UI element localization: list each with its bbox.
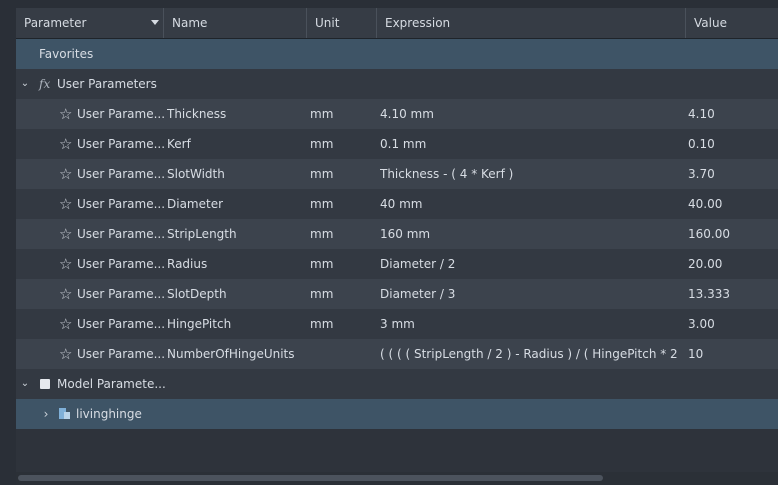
table-row[interactable]: ☆ User Parame... NumberOfHingeUnits ( ( ( (… [16, 339, 778, 369]
name-cell: StripLength [167, 227, 237, 241]
table-row[interactable]: ☆ User Parame... StripLength mm 160 mm 160.00 [16, 219, 778, 249]
name-cell: SlotDepth [167, 287, 227, 301]
unit-cell: mm [310, 317, 334, 331]
component-icon [59, 408, 70, 419]
favorite-star-icon[interactable]: ☆ [59, 129, 72, 159]
parameter-type-cell: User Parame... [77, 227, 166, 241]
name-cell: SlotWidth [167, 167, 225, 181]
expression-cell[interactable]: 160 mm [380, 219, 680, 249]
unit-cell: mm [310, 167, 334, 181]
chevron-right-icon[interactable]: › [40, 399, 52, 429]
column-header-value[interactable]: Value [686, 8, 778, 38]
value-cell: 20.00 [688, 257, 723, 271]
parameter-type-cell: User Parame... [77, 167, 166, 181]
name-cell: Radius [167, 257, 208, 271]
column-header-expression[interactable]: Expression [377, 8, 686, 38]
favorites-row[interactable]: Favorites [16, 39, 778, 69]
parameter-type-cell: User Parame... [77, 317, 166, 331]
expression-cell[interactable]: 4.10 mm [380, 99, 680, 129]
table-row[interactable]: ☆ User Parame... Kerf mm 0.1 mm 0.10 [16, 129, 778, 159]
column-header-unit-label: Unit [315, 16, 340, 30]
column-header-value-label: Value [694, 16, 727, 30]
parameters-panel: Parameter Name Unit Expression Value Fav… [16, 8, 778, 485]
name-cell: HingePitch [167, 317, 232, 331]
parameter-type-cell: User Parame... [77, 287, 166, 301]
column-header-name-label: Name [172, 16, 208, 30]
expression-cell[interactable]: 0.1 mm [380, 129, 680, 159]
column-header-expression-label: Expression [385, 16, 451, 30]
name-cell: Diameter [167, 197, 224, 211]
parameter-type-cell: User Parame... [77, 107, 166, 121]
value-cell: 40.00 [688, 197, 723, 211]
favorite-star-icon[interactable]: ☆ [59, 159, 72, 189]
model-component-row[interactable]: › livinghinge [16, 399, 778, 429]
name-cell: Thickness [167, 107, 227, 121]
favorite-star-icon[interactable]: ☆ [59, 99, 72, 129]
favorite-star-icon[interactable]: ☆ [59, 339, 72, 369]
parameter-type-cell: User Parame... [77, 137, 166, 151]
table-row[interactable]: ☆ User Parame... HingePitch mm 3 mm 3.00 [16, 309, 778, 339]
column-header-name[interactable]: Name [164, 8, 307, 38]
unit-cell: mm [310, 197, 334, 211]
sort-down-icon[interactable] [151, 20, 159, 25]
unit-cell: mm [310, 227, 334, 241]
unit-cell: mm [310, 257, 334, 271]
column-header-parameter-label: Parameter [24, 16, 87, 30]
component-cube-icon [40, 379, 50, 389]
column-header-unit[interactable]: Unit [307, 8, 377, 38]
expression-cell[interactable]: 3 mm [380, 309, 680, 339]
column-header-parameter[interactable]: Parameter [16, 8, 164, 38]
unit-cell: mm [310, 287, 334, 301]
table-row[interactable]: ☆ User Parame... SlotWidth mm Thickness - ( … [16, 159, 778, 189]
horizontal-scrollbar[interactable] [16, 472, 778, 485]
favorite-star-icon[interactable]: ☆ [59, 279, 72, 309]
value-cell: 3.70 [688, 167, 715, 181]
value-cell: 4.10 [688, 107, 715, 121]
name-cell: Kerf [167, 137, 191, 151]
value-cell: 3.00 [688, 317, 715, 331]
chevron-down-icon[interactable]: ⌄ [19, 369, 31, 399]
scrollbar-thumb[interactable] [18, 475, 603, 481]
value-cell: 160.00 [688, 227, 730, 241]
favorite-star-icon[interactable]: ☆ [59, 249, 72, 279]
user-parameters-group-row[interactable]: ⌄ fx User Parameters [16, 69, 778, 99]
unit-cell: mm [310, 107, 334, 121]
parameter-type-cell: User Parame... [77, 347, 166, 361]
expression-cell[interactable]: ( ( ( ( StripLength / 2 ) - Radius ) / (… [380, 339, 680, 369]
value-cell: 10 [688, 347, 704, 361]
name-cell: NumberOfHingeUnits [167, 347, 295, 361]
favorite-star-icon[interactable]: ☆ [59, 189, 72, 219]
favorite-star-icon[interactable]: ☆ [59, 219, 72, 249]
table-header: Parameter Name Unit Expression Value [16, 8, 778, 39]
favorites-label: Favorites [39, 47, 94, 61]
table-row[interactable]: ☆ User Parame... Thickness mm 4.10 mm 4.10 [16, 99, 778, 129]
expression-cell[interactable]: Diameter / 2 [380, 249, 680, 279]
chevron-down-icon[interactable]: ⌄ [19, 69, 31, 99]
model-parameters-group-row[interactable]: ⌄ Model Paramete... [16, 369, 778, 399]
value-cell: 0.10 [688, 137, 715, 151]
parameter-type-cell: User Parame... [77, 197, 166, 211]
value-cell: 13.333 [688, 287, 730, 301]
model-parameters-group-label: Model Paramete... [57, 377, 166, 391]
user-parameters-group-label: User Parameters [57, 77, 157, 91]
favorite-star-icon[interactable]: ☆ [59, 309, 72, 339]
expression-cell[interactable]: 40 mm [380, 189, 680, 219]
expression-cell[interactable]: Thickness - ( 4 * Kerf ) [380, 159, 680, 189]
table-row[interactable]: ☆ User Parame... SlotDepth mm Diameter / 3 13… [16, 279, 778, 309]
expression-cell[interactable]: Diameter / 3 [380, 279, 680, 309]
table-row[interactable]: ☆ User Parame... Diameter mm 40 mm 40.00 [16, 189, 778, 219]
model-component-label: livinghinge [76, 407, 142, 421]
table-row[interactable]: ☆ User Parame... Radius mm Diameter / 2 20.00 [16, 249, 778, 279]
function-fx-icon: fx [39, 77, 51, 91]
unit-cell: mm [310, 137, 334, 151]
parameter-type-cell: User Parame... [77, 257, 166, 271]
